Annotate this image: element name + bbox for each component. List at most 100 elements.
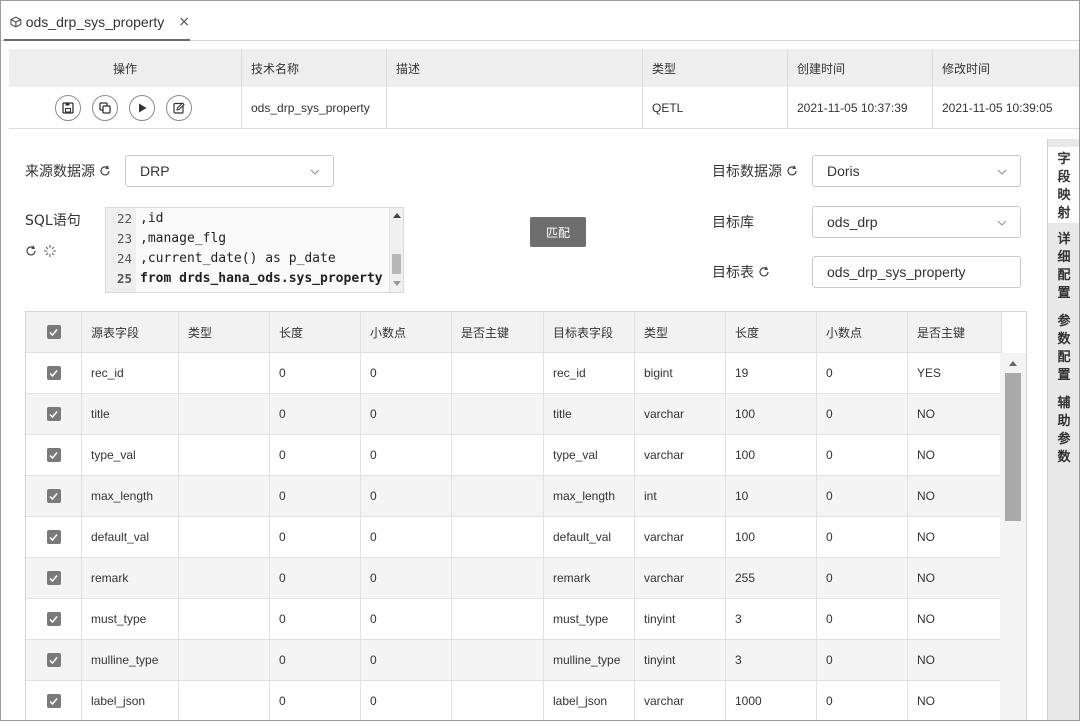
cell-target-decimal: 0 [826, 366, 833, 380]
row-checkbox[interactable] [26, 476, 81, 516]
target-table-label: 目标表 [712, 256, 770, 288]
scroll-thumb[interactable] [1005, 373, 1021, 521]
cell-target-pk: NO [917, 653, 935, 667]
target-datasource-select[interactable]: Doris [812, 155, 1021, 187]
refresh-icon[interactable] [99, 165, 111, 177]
cell-target-type: tinyint [644, 653, 676, 667]
scroll-thumb[interactable] [392, 254, 401, 274]
select-all-checkbox[interactable] [26, 312, 81, 352]
cell-source-decimal: 0 [370, 694, 377, 708]
cell-source-field: remark [91, 571, 129, 585]
cell-source-pk [451, 435, 543, 475]
cell-source-pk [451, 681, 543, 720]
refresh-icon[interactable] [786, 165, 798, 177]
cell-source-type [178, 517, 269, 557]
source-datasource-select[interactable]: DRP [125, 155, 334, 187]
refresh-icon[interactable] [758, 266, 770, 278]
tab-field-mapping[interactable]: 字段映射 [1048, 147, 1079, 223]
table-row[interactable]: remark 0 0 remark varchar 255 0 NO [26, 558, 1001, 599]
magic-wand-icon[interactable] [43, 244, 57, 258]
checkbox-icon [46, 407, 61, 421]
source-datasource-label: 来源数据源 [25, 155, 111, 187]
table-row[interactable]: default_val 0 0 default_val varchar 100 0 NO [26, 517, 1001, 558]
copy-icon [99, 101, 111, 114]
table-row[interactable]: rec_id 0 0 rec_id bigint 19 0 YES [26, 353, 1001, 394]
cell-target-type: tinyint [644, 612, 676, 626]
row-checkbox[interactable] [26, 435, 81, 475]
cell-target-length: 100 [735, 407, 756, 421]
table-row[interactable]: max_length 0 0 max_length int 10 0 NO [26, 476, 1001, 517]
table-row[interactable]: type_val 0 0 type_val varchar 100 0 NO [26, 435, 1001, 476]
cell-source-decimal: 0 [370, 489, 377, 503]
cell-target-decimal: 0 [826, 653, 833, 667]
row-checkbox[interactable] [26, 558, 81, 598]
checkbox-icon [46, 448, 61, 462]
target-table-value: ods_drp_sys_property [827, 264, 966, 280]
cell-source-field: must_type [91, 612, 147, 626]
cell-source-decimal: 0 [370, 407, 377, 421]
save-button[interactable] [55, 94, 81, 121]
table-row[interactable]: must_type 0 0 must_type tinyint 3 0 NO [26, 599, 1001, 640]
cell-target-decimal: 0 [826, 530, 833, 544]
scroll-up-icon[interactable] [392, 211, 402, 219]
row-checkbox[interactable] [26, 640, 81, 680]
cell-target-pk: NO [917, 571, 935, 585]
field-mapping-grid: 源表字段 类型 长度 小数点 是否主键 目标表字段 类型 长度 小数点 是否主键… [25, 311, 1027, 720]
cell-source-field: mulline_type [91, 653, 159, 667]
table-row[interactable]: label_json 0 0 label_json varchar 1000 0 NO [26, 681, 1001, 720]
target-table-input[interactable]: ods_drp_sys_property [812, 256, 1021, 288]
cell-source-decimal: 0 [370, 653, 377, 667]
cell-source-length: 0 [279, 653, 286, 667]
grid-scrollbar[interactable] [1000, 353, 1026, 720]
cell-source-length: 0 [279, 489, 286, 503]
table-row[interactable]: title 0 0 title varchar 100 0 NO [26, 394, 1001, 435]
row-checkbox[interactable] [26, 353, 81, 393]
divider [932, 49, 933, 129]
cell-target-length: 3 [735, 612, 742, 626]
close-icon[interactable]: × [178, 14, 190, 30]
tab-aux-params[interactable]: 辅助参数 [1048, 391, 1079, 469]
table-row[interactable]: mulline_type 0 0 mulline_type tinyint 3 0 NO [26, 640, 1001, 681]
divider [634, 312, 635, 720]
tab-ods-drp-sys-property[interactable]: ods_drp_sys_property × [4, 5, 190, 41]
side-tab-strip: 字段映射 详细配置 参数配置 辅助参数 [1047, 139, 1079, 720]
cell-source-type [178, 353, 269, 393]
scroll-down-icon[interactable] [392, 280, 402, 288]
run-button[interactable] [129, 94, 155, 121]
save-icon [62, 101, 74, 114]
divider [543, 312, 544, 720]
row-checkbox[interactable] [26, 599, 81, 639]
col-header-source-decimal: 小数点 [370, 325, 407, 340]
row-checkbox[interactable] [26, 681, 81, 720]
cell-target-pk: YES [917, 366, 942, 380]
tab-param-config[interactable]: 参数配置 [1048, 309, 1079, 387]
cell-source-field: type_val [91, 448, 136, 462]
cell-target-pk: NO [917, 530, 935, 544]
sql-editor[interactable]: 22 ,id 23 ,manage_flg 24 ,current_date() as… [105, 207, 404, 293]
cube-icon [10, 16, 22, 28]
created-time-value: 2021-11-05 10:37:39 [797, 100, 908, 115]
tab-detail-config[interactable]: 详细配置 [1048, 227, 1079, 305]
row-checkbox[interactable] [26, 517, 81, 557]
cell-source-decimal: 0 [370, 612, 377, 626]
edit-button[interactable] [166, 94, 192, 121]
refresh-icon[interactable] [25, 245, 37, 257]
source-datasource-text: 来源数据源 [25, 164, 95, 180]
checkbox-icon [46, 530, 61, 544]
target-db-select[interactable]: ods_drp [812, 206, 1021, 238]
source-datasource-value: DRP [140, 163, 170, 179]
cell-source-length: 0 [279, 407, 286, 421]
scroll-up-icon[interactable] [1008, 359, 1018, 367]
cell-source-length: 0 [279, 612, 286, 626]
cell-target-field: title [553, 407, 572, 421]
tab-bar: ods_drp_sys_property × [1, 1, 1079, 41]
copy-button[interactable] [92, 94, 118, 121]
sql-label: SQL语句 [25, 213, 81, 229]
row-checkbox[interactable] [26, 394, 81, 434]
sql-code: from drds_hana_ods.sys_property [140, 270, 383, 286]
col-header-source-pk: 是否主键 [461, 325, 510, 340]
match-button[interactable]: 匹配 [530, 217, 586, 247]
cell-source-decimal: 0 [370, 571, 377, 585]
sql-scrollbar[interactable] [389, 208, 403, 292]
target-table-text: 目标表 [712, 265, 754, 281]
